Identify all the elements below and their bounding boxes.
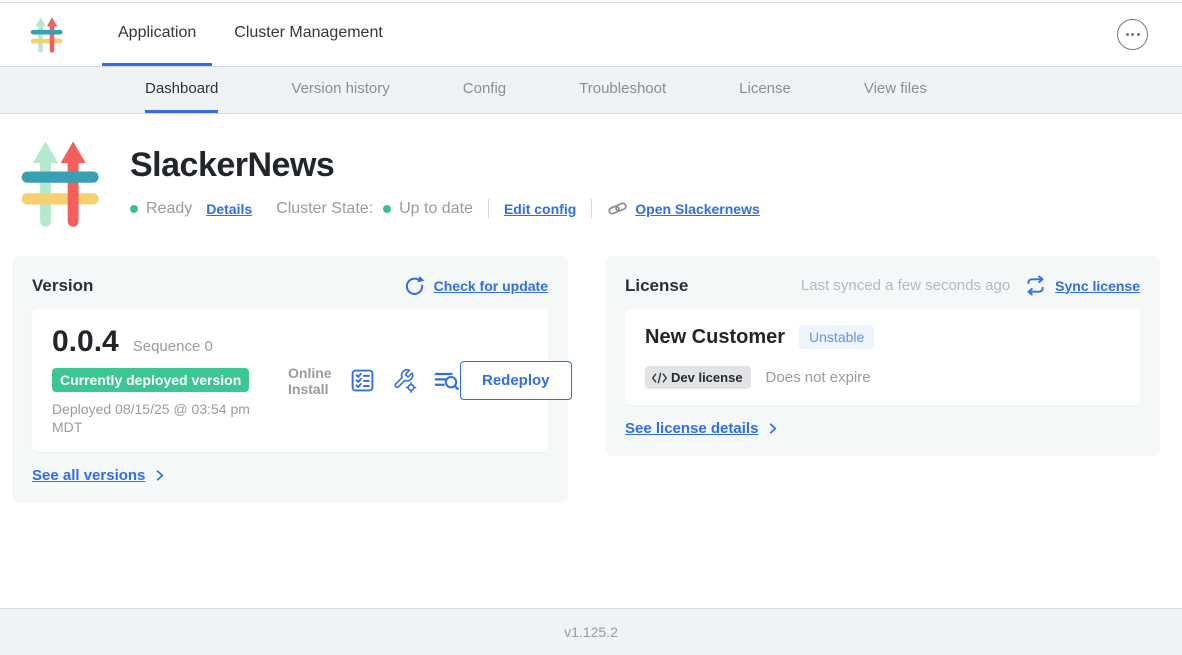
- chevron-right-icon: [152, 468, 167, 483]
- ellipsis-dot: [1137, 33, 1140, 36]
- console-version: v1.125.2: [564, 624, 618, 640]
- license-type-badge: Dev license: [645, 366, 751, 389]
- console-logo[interactable]: [30, 16, 64, 54]
- sync-license-link[interactable]: Sync license: [1025, 275, 1140, 296]
- last-synced-text: Last synced a few seconds ago: [801, 277, 1010, 294]
- see-license-details-link[interactable]: See license details: [625, 420, 780, 437]
- nav-tab-cluster-management[interactable]: Cluster Management: [218, 3, 399, 66]
- customer-name: New Customer: [645, 326, 785, 349]
- tab-license[interactable]: License: [739, 67, 791, 113]
- tab-config[interactable]: Config: [463, 67, 506, 113]
- top-nav: Application Cluster Management: [0, 3, 1182, 67]
- tab-dashboard[interactable]: Dashboard: [145, 67, 218, 113]
- app-status-text: Ready: [146, 200, 192, 218]
- dashboard-cards: Version Check for update 0.0.4 Sequence …: [0, 256, 1182, 503]
- details-link[interactable]: Details: [206, 201, 252, 217]
- sequence-label: Sequence 0: [133, 338, 213, 355]
- version-card-title: Version: [32, 276, 93, 296]
- license-panel: New Customer Unstable Dev license Does n…: [625, 309, 1140, 405]
- cluster-state-label: Cluster State:: [276, 200, 373, 218]
- more-menu-button[interactable]: [1117, 19, 1148, 50]
- preflight-checklist-icon[interactable]: [349, 367, 376, 394]
- app-status-row: Ready Details Cluster State: Up to date …: [130, 198, 760, 219]
- edit-config-link[interactable]: Edit config: [504, 201, 576, 217]
- version-action-icons: [349, 367, 460, 394]
- app-status-dot: [130, 205, 138, 213]
- see-all-versions-label: See all versions: [32, 467, 145, 484]
- console-footer: v1.125.2: [0, 608, 1182, 655]
- channel-badge: Unstable: [799, 325, 874, 349]
- refresh-icon: [404, 275, 425, 296]
- app-icon: [20, 138, 102, 230]
- brand-arrows-icon: [20, 138, 102, 230]
- version-number: 0.0.4: [52, 325, 119, 359]
- app-header: SlackerNews Ready Details Cluster State:…: [0, 138, 1182, 230]
- view-logs-icon[interactable]: [433, 367, 460, 394]
- version-card: Version Check for update 0.0.4 Sequence …: [12, 256, 568, 503]
- dashboard-main: SlackerNews Ready Details Cluster State:…: [0, 114, 1182, 503]
- sync-license-label: Sync license: [1055, 278, 1140, 294]
- license-card-title: License: [625, 276, 688, 296]
- license-expiration: Does not expire: [766, 369, 871, 386]
- page-title: SlackerNews: [130, 146, 760, 185]
- deployed-status-badge: Currently deployed version: [52, 368, 249, 392]
- link-chain-icon: [607, 198, 628, 219]
- ellipsis-dot: [1131, 33, 1134, 36]
- divider: [591, 199, 592, 218]
- nav-tab-application[interactable]: Application: [102, 3, 212, 66]
- tab-view-files[interactable]: View files: [864, 67, 927, 113]
- chevron-right-icon: [765, 421, 780, 436]
- see-all-versions-link[interactable]: See all versions: [32, 467, 167, 484]
- cluster-state-value: Up to date: [399, 200, 473, 218]
- deployed-timestamp: Deployed 08/15/25 @ 03:54 pm MDT: [52, 400, 257, 436]
- current-version-panel: 0.0.4 Sequence 0 Currently deployed vers…: [32, 309, 548, 452]
- install-type-label: Online Install: [288, 365, 336, 397]
- license-card: License Last synced a few seconds ago Sy…: [605, 256, 1160, 456]
- sync-arrows-icon: [1025, 275, 1046, 296]
- see-license-details-label: See license details: [625, 420, 758, 437]
- code-icon: [651, 372, 668, 384]
- check-for-update-link[interactable]: Check for update: [404, 275, 548, 296]
- cluster-state-dot: [383, 205, 391, 213]
- ellipsis-dot: [1126, 33, 1129, 36]
- app-sub-nav: Dashboard Version history Config Trouble…: [0, 67, 1182, 114]
- open-app-link[interactable]: Open Slackernews: [607, 198, 760, 219]
- tab-troubleshoot[interactable]: Troubleshoot: [579, 67, 666, 113]
- open-app-link-label: Open Slackernews: [635, 201, 760, 217]
- nav-tab-label: Application: [118, 24, 196, 42]
- divider: [488, 199, 489, 218]
- redeploy-button[interactable]: Redeploy: [460, 361, 572, 400]
- check-for-update-label: Check for update: [434, 278, 548, 294]
- config-wrench-icon[interactable]: [391, 367, 418, 394]
- license-type-label: Dev license: [671, 370, 743, 385]
- nav-tab-label: Cluster Management: [234, 24, 383, 42]
- tab-version-history[interactable]: Version history: [291, 67, 389, 113]
- brand-arrows-icon: [30, 16, 64, 54]
